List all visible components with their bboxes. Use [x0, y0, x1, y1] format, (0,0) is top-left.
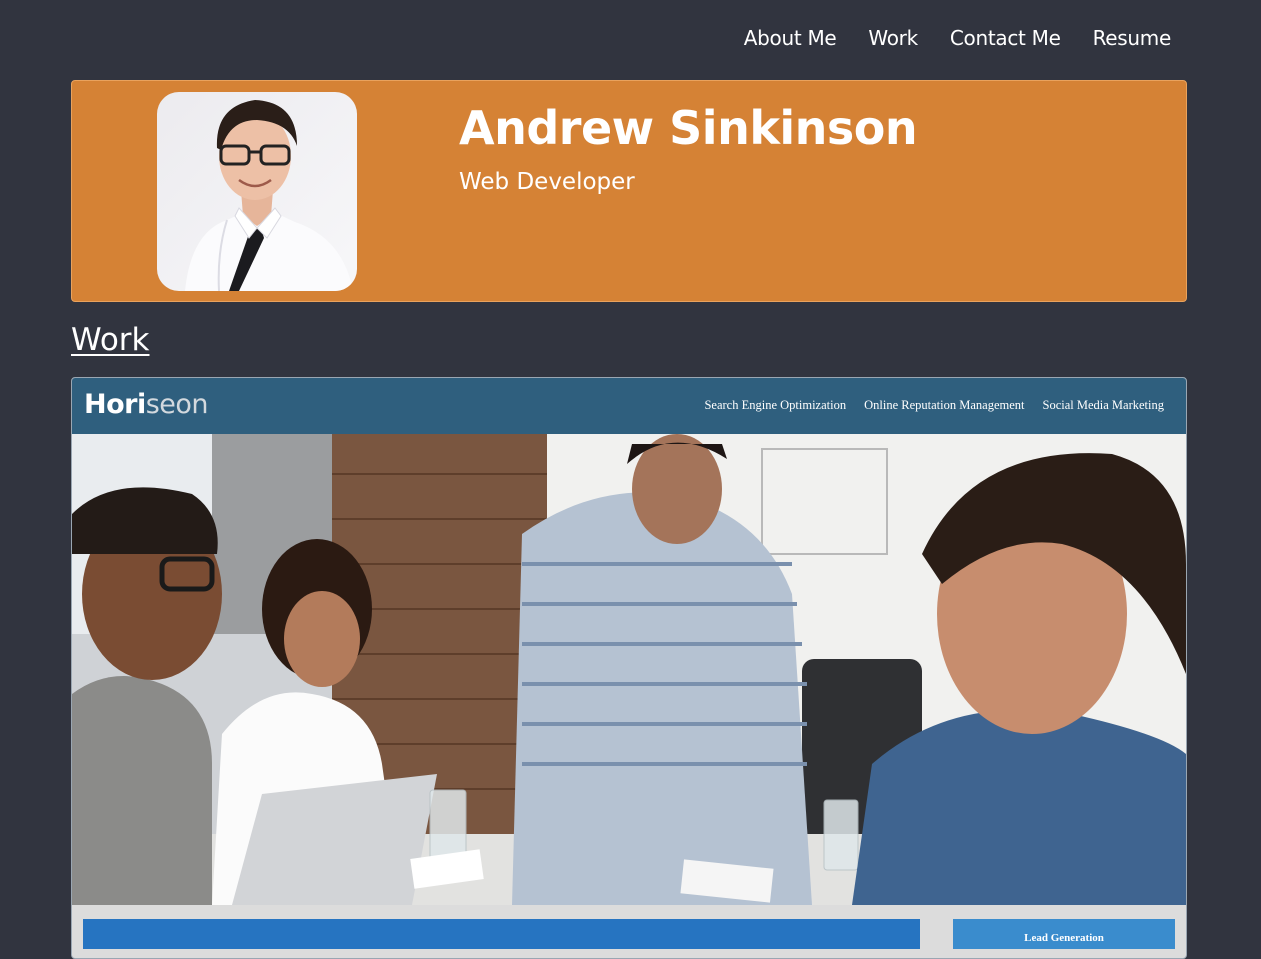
project-preview-nav: Search Engine Optimization Online Reputa… — [704, 398, 1164, 413]
project-logo: Horiseon — [84, 389, 209, 420]
project-nav-seo[interactable]: Search Engine Optimization — [704, 398, 846, 413]
hero-card: Andrew Sinkinson Web Developer — [71, 80, 1187, 302]
project-hero-image — [72, 434, 1186, 905]
project-card-horiseon[interactable]: Horiseon Search Engine Optimization Onli… — [71, 377, 1187, 959]
nav-link-resume[interactable]: Resume — [1093, 26, 1172, 50]
lead-generation-button[interactable]: Lead Generation — [953, 919, 1175, 949]
project-content-bar — [83, 919, 920, 949]
profile-photo — [157, 92, 357, 291]
nav-link-about-me[interactable]: About Me — [744, 26, 837, 50]
nav-link-work[interactable]: Work — [868, 26, 918, 50]
top-nav: About Me Work Contact Me Resume — [744, 26, 1172, 50]
project-nav-reputation[interactable]: Online Reputation Management — [864, 398, 1024, 413]
lead-generation-label: Lead Generation — [1024, 932, 1104, 944]
nav-link-contact-me[interactable]: Contact Me — [950, 26, 1061, 50]
project-nav-social[interactable]: Social Media Marketing — [1043, 398, 1165, 413]
hero-role: Web Developer — [459, 169, 635, 195]
project-preview-header: Horiseon Search Engine Optimization Onli… — [72, 378, 1186, 434]
hero-name: Andrew Sinkinson — [459, 101, 918, 155]
project-logo-accent: seon — [145, 389, 209, 420]
work-section-heading: Work — [71, 322, 150, 358]
project-logo-prefix: Hori — [84, 389, 146, 420]
